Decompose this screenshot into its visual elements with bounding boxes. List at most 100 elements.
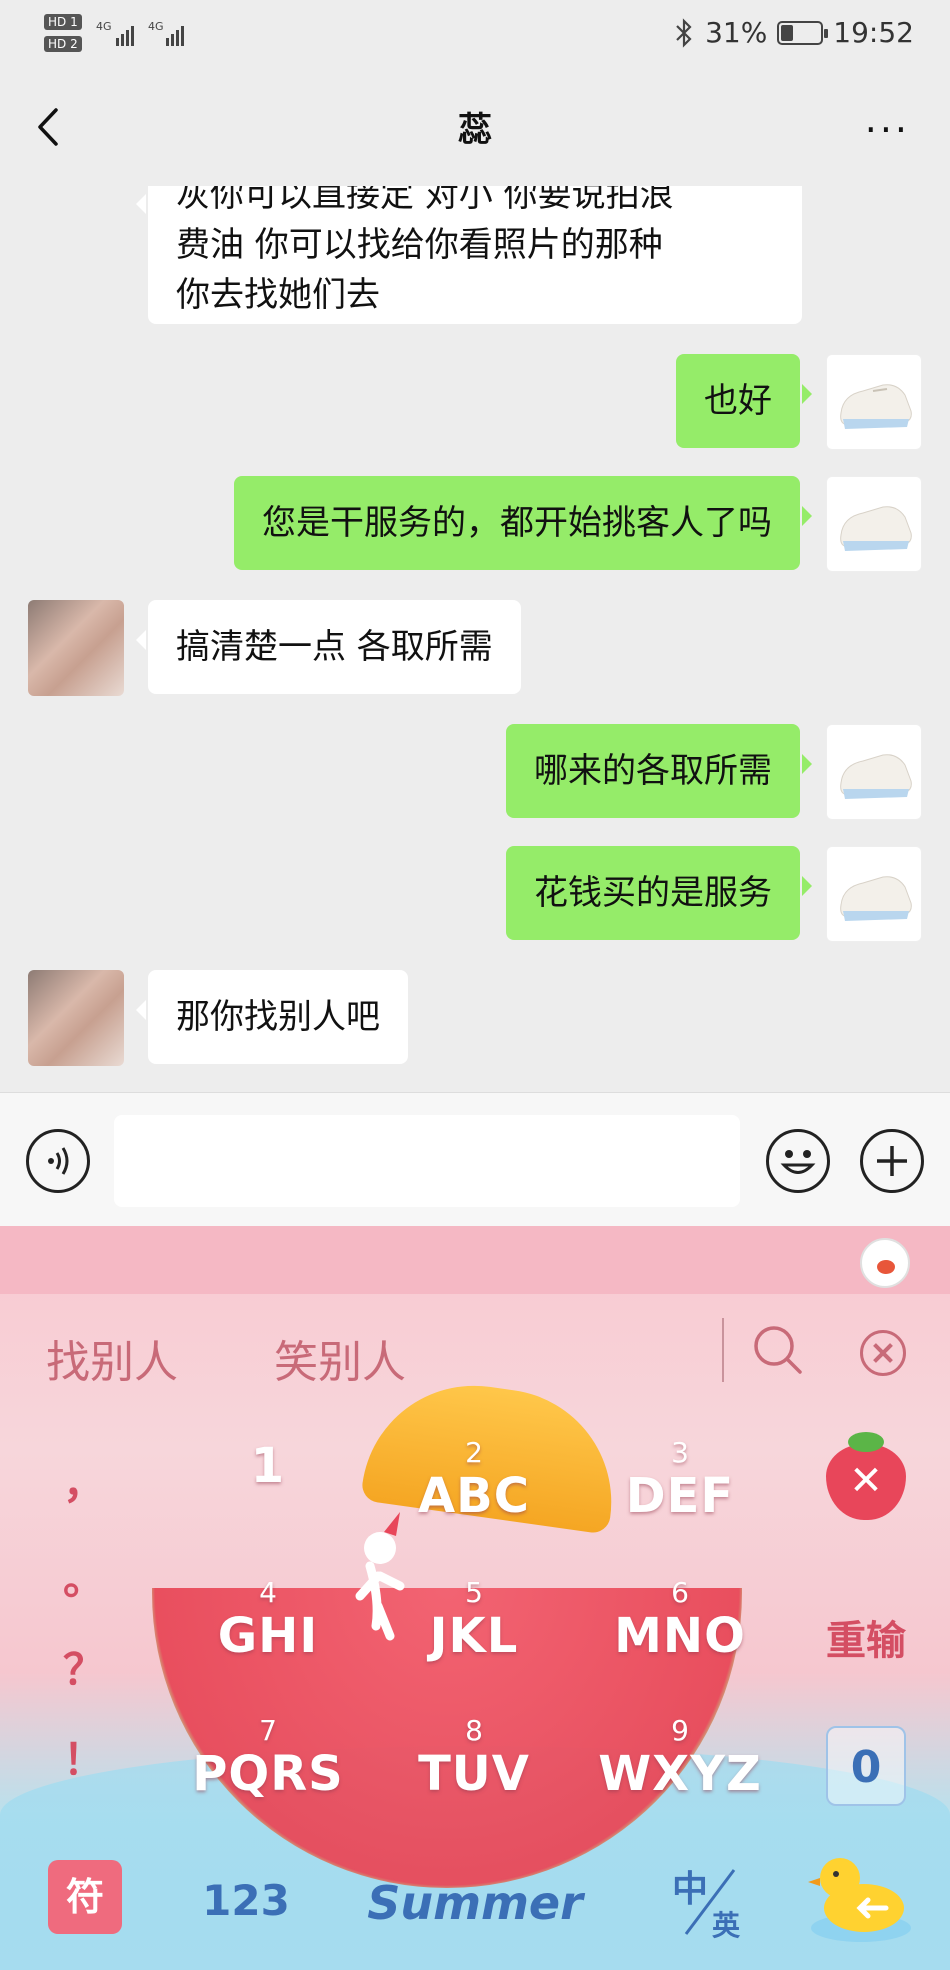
search-icon[interactable]: [752, 1324, 804, 1376]
key-label: PQRS: [192, 1746, 344, 1802]
punctuation-key[interactable]: 。: [62, 1546, 106, 1607]
key-number: 7: [259, 1714, 277, 1747]
shoe-avatar-image: [840, 384, 912, 429]
message-list[interactable]: 灰你可以直接定 对小 你要说拍浪 费油 你可以找给你看照片的那种 你去找她们去 …: [0, 186, 950, 1092]
battery-fill: [781, 24, 794, 41]
plus-icon[interactable]: [860, 1129, 924, 1193]
avatar-self[interactable]: [826, 476, 922, 572]
key-number: 4: [259, 1576, 277, 1609]
key-number: 9: [671, 1714, 689, 1747]
key-label: TUV: [418, 1746, 530, 1802]
key-label: WXYZ: [598, 1746, 762, 1802]
chat-header: 蕊 ···: [0, 72, 950, 186]
key-number: 8: [465, 1714, 483, 1747]
key-pqrs[interactable]: 7 PQRS: [178, 1714, 358, 1803]
enter-icon[interactable]: [806, 1846, 916, 1946]
message-bubble-outgoing[interactable]: 花钱买的是服务: [506, 846, 812, 940]
message-text: 您是干服务的，都开始挑客人了吗: [262, 503, 772, 543]
language-switch-key[interactable]: 中 英: [668, 1860, 752, 1944]
message-bubble-incoming[interactable]: 搞清楚一点 各取所需: [136, 600, 521, 694]
plus-icon-glyph: [877, 1146, 907, 1176]
network2-label: 4G: [148, 20, 164, 33]
battery-percent: 31%: [705, 16, 768, 49]
lang-en: 英: [712, 1909, 741, 1942]
status-bar: HD 1 HD 2 4G 4G 31% 19:52: [0, 0, 950, 72]
key-abc[interactable]: 2 ABC: [384, 1436, 564, 1525]
message-bubble-incoming[interactable]: 灰你可以直接定 对小 你要说拍浪 费油 你可以找给你看照片的那种 你去找她们去: [136, 186, 802, 324]
sim2-badge: HD 2: [44, 36, 82, 52]
zero-key[interactable]: 0: [826, 1726, 906, 1806]
candidate-word[interactable]: 笑别人: [274, 1326, 406, 1390]
key-number: 5: [465, 1576, 483, 1609]
key-1[interactable]: 1: [178, 1438, 358, 1494]
punctuation-key[interactable]: ！: [62, 1726, 106, 1787]
punctuation-key[interactable]: ？: [62, 1636, 106, 1697]
more-icon[interactable]: ···: [865, 108, 910, 152]
chat-title: 蕊: [458, 110, 492, 150]
message-bubble-incoming[interactable]: 那你找别人吧: [136, 970, 408, 1064]
avatar-self[interactable]: [826, 846, 922, 942]
avatar-contact[interactable]: [28, 970, 124, 1066]
close-candidates-icon[interactable]: [860, 1330, 906, 1376]
message-bubble-outgoing[interactable]: 您是干服务的，都开始挑客人了吗: [234, 476, 812, 570]
emoji-icon[interactable]: [766, 1129, 830, 1193]
message-input[interactable]: [114, 1115, 740, 1207]
avatar-self[interactable]: [826, 354, 922, 450]
shoe-avatar-image: [840, 876, 912, 921]
shoe-avatar-image: [840, 506, 912, 551]
message-text: 花钱买的是服务: [534, 873, 772, 913]
key-tuv[interactable]: 8 TUV: [384, 1714, 564, 1803]
key-label: DEF: [625, 1468, 735, 1524]
sim-indicators: HD 1 HD 2: [44, 10, 85, 54]
key-label: JKL: [429, 1608, 519, 1664]
input-bar: [0, 1092, 950, 1226]
key-ghi[interactable]: 4 GHI: [178, 1576, 358, 1665]
punctuation-key[interactable]: ，: [62, 1450, 106, 1511]
key-number: 3: [671, 1436, 689, 1469]
key-label: MNO: [614, 1608, 746, 1664]
message-line: 灰你可以直接定 对小 你要说拍浪: [176, 186, 674, 215]
voice-icon[interactable]: [26, 1129, 90, 1193]
key-jkl[interactable]: 5 JKL: [384, 1576, 564, 1665]
ime-keyboard: 找别人 笑别人 ， 。 ？ ！ 1 2 ABC 3 DEF 4 GHI 5 JK…: [0, 1226, 950, 1970]
keyboard-toolbar: [0, 1226, 950, 1294]
battery-icon: [777, 20, 829, 45]
candidate-word[interactable]: 找别人: [46, 1326, 178, 1390]
bluetooth-icon: [676, 17, 692, 48]
message-text: 那你找别人吧: [176, 997, 380, 1037]
keyboard-mascot-icon[interactable]: [860, 1238, 910, 1288]
signal-icon: 4G 4G: [96, 20, 184, 46]
key-number: 6: [671, 1576, 689, 1609]
key-label: GHI: [217, 1608, 319, 1664]
message-bubble-outgoing[interactable]: 也好: [676, 354, 812, 448]
message-text: 哪来的各取所需: [534, 751, 772, 791]
candidate-divider: [722, 1318, 724, 1382]
key-number: 2: [465, 1436, 483, 1469]
avatar-contact[interactable]: [28, 600, 124, 696]
network1-label: 4G: [96, 20, 112, 33]
key-wxyz[interactable]: 9 WXYZ: [590, 1714, 770, 1803]
delete-label: ✕: [849, 1458, 883, 1504]
symbol-label: 符: [65, 1875, 104, 1919]
key-mno[interactable]: 6 MNO: [590, 1576, 770, 1665]
voice-icon-glyph: [48, 1147, 69, 1175]
key-def[interactable]: 3 DEF: [590, 1436, 770, 1525]
shoe-avatar-image: [840, 754, 912, 799]
message-text: 也好: [704, 381, 772, 421]
message-line: 费油 你可以找给你看照片的那种: [176, 225, 663, 265]
symbol-key[interactable]: 符: [48, 1860, 122, 1934]
delete-key[interactable]: ✕: [826, 1432, 906, 1520]
clock: 19:52: [833, 16, 914, 49]
numbers-key[interactable]: 123: [196, 1876, 296, 1925]
avatar-self[interactable]: [826, 724, 922, 820]
key-label: ABC: [418, 1468, 530, 1524]
status-right: 31% 19:52: [673, 16, 914, 49]
reset-key[interactable]: 重输: [806, 1608, 926, 1666]
emoji-icon-glyph: [780, 1150, 816, 1174]
sim1-badge: HD 1: [44, 14, 82, 30]
space-key[interactable]: Summer: [350, 1876, 600, 1930]
key-label: 1: [250, 1438, 286, 1494]
message-line: 你去找她们去: [176, 275, 380, 315]
message-bubble-outgoing[interactable]: 哪来的各取所需: [506, 724, 812, 818]
message-text: 搞清楚一点 各取所需: [176, 627, 493, 667]
